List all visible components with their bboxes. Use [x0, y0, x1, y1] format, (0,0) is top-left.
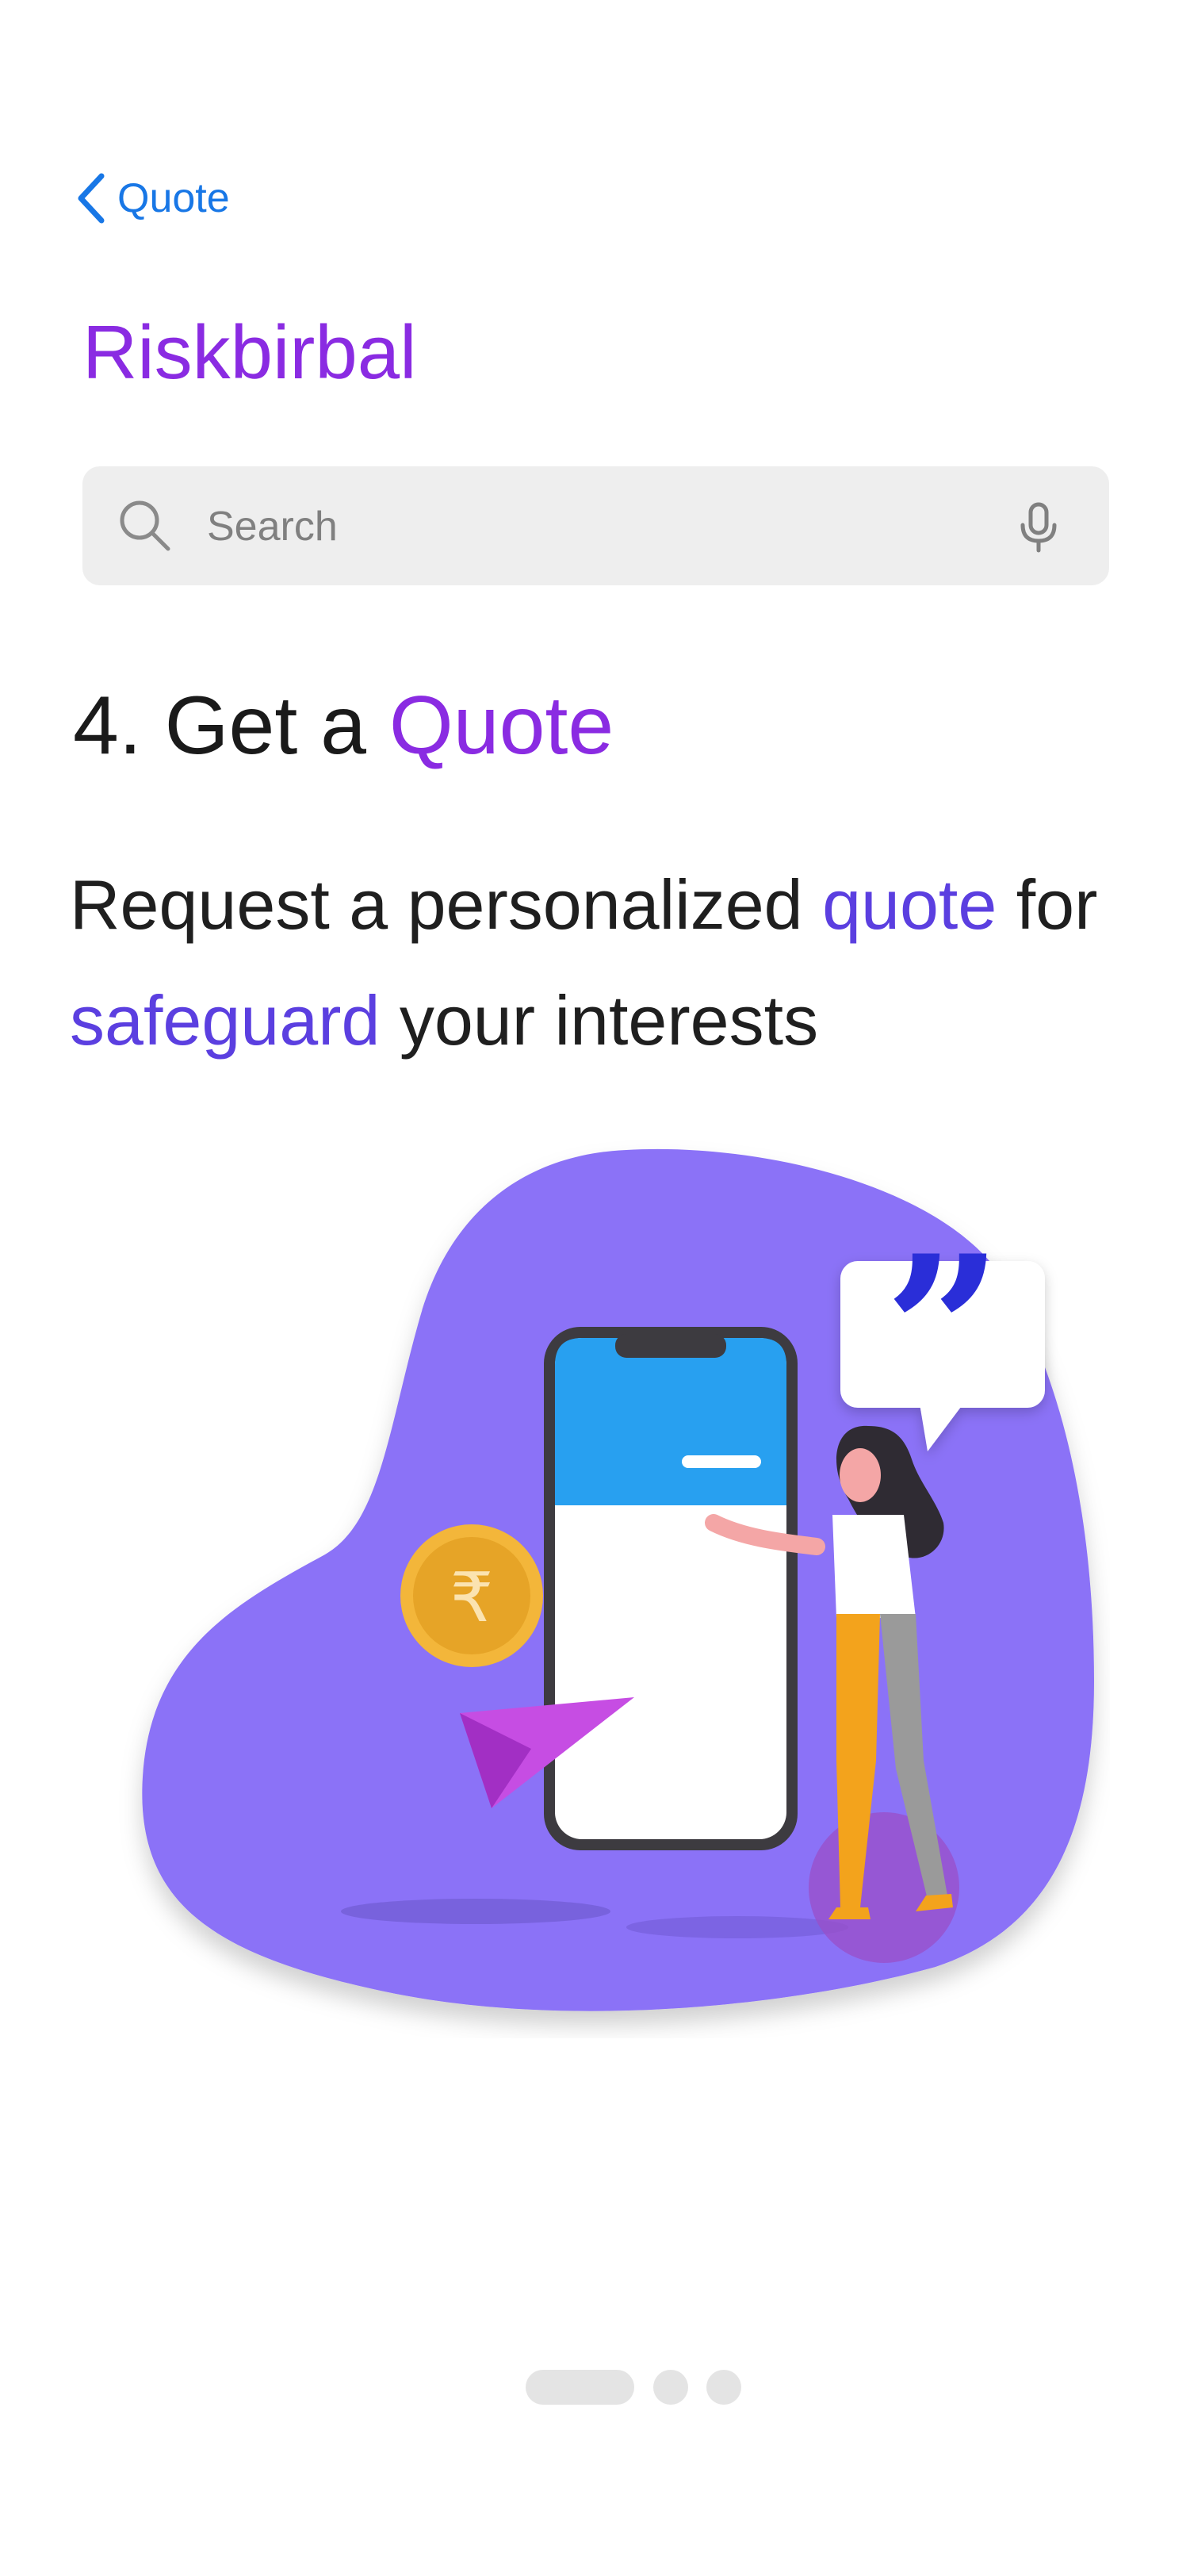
- quote-mark-glyph: ”: [884, 1211, 1003, 1453]
- page-dot-3[interactable]: [706, 2370, 741, 2405]
- chevron-left-icon: [76, 172, 106, 224]
- rupee-coin-icon: ₹: [400, 1524, 543, 1667]
- description-part-2: for: [997, 865, 1098, 944]
- step-description: Request a personalized quote for safegua…: [70, 847, 1132, 1079]
- page-dot-1-active[interactable]: [526, 2370, 634, 2405]
- search-icon: [116, 496, 174, 555]
- quote-illustration: ₹ ”: [119, 1126, 1110, 2038]
- page-indicator: [0, 2370, 1190, 2405]
- app-title: Riskbirbal: [82, 310, 417, 395]
- step-heading: 4. Get a Quote: [73, 674, 614, 777]
- back-label: Quote: [117, 175, 230, 221]
- back-button[interactable]: Quote: [76, 167, 230, 230]
- description-part-1: Request a personalized: [70, 865, 823, 944]
- smartphone-image: [544, 1327, 798, 1850]
- search-bar[interactable]: [82, 466, 1109, 587]
- svg-text:₹: ₹: [450, 1558, 494, 1638]
- search-input[interactable]: [205, 466, 1001, 587]
- page-dot-2[interactable]: [653, 2370, 688, 2405]
- step-heading-highlight: Quote: [388, 680, 614, 772]
- microphone-icon[interactable]: [1016, 501, 1062, 554]
- step-heading-prefix: 4. Get a: [73, 680, 389, 772]
- description-part-3: your interests: [380, 981, 819, 1060]
- description-highlight-quote: quote: [822, 865, 997, 944]
- description-highlight-safeguard: safeguard: [70, 981, 381, 1060]
